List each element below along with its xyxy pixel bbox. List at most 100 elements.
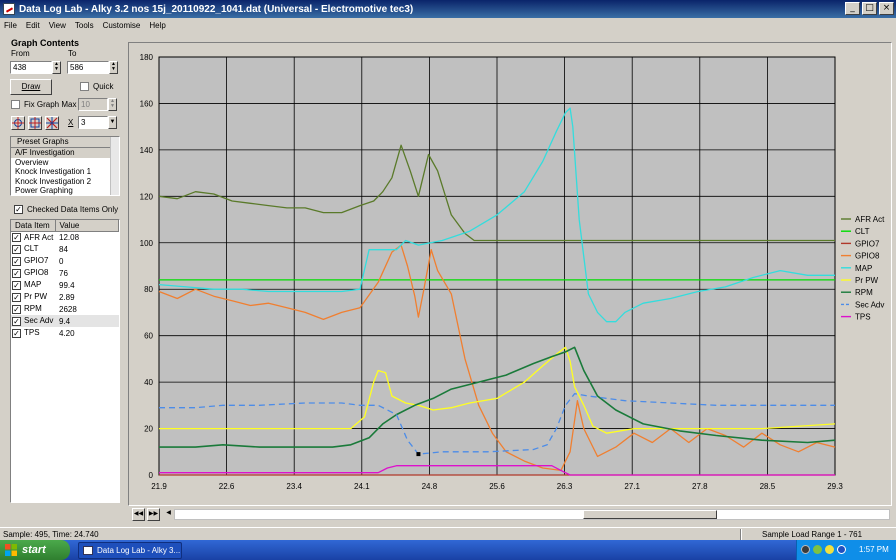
table-row[interactable]: ✓ AFR Act 12.08 — [11, 231, 119, 243]
y-tick-label: 20 — [144, 425, 153, 434]
from-input[interactable]: 438 — [10, 61, 52, 74]
y-tick-label: 140 — [140, 146, 154, 155]
row-checkbox[interactable]: ✓ — [12, 256, 21, 266]
row-value: 12.08 — [59, 232, 80, 242]
row-item: CLT — [24, 244, 39, 254]
window-controls: _ □ × — [845, 2, 894, 15]
table-row[interactable]: ✓ GPIO8 76 — [11, 267, 119, 279]
row-value: 84 — [59, 244, 68, 254]
preset-item[interactable]: Power Graphing — [11, 186, 119, 195]
x-tick-label: 23.4 — [286, 482, 302, 491]
tray-security-icon[interactable] — [813, 545, 822, 554]
tray-network-icon[interactable] — [801, 545, 810, 554]
table-row[interactable]: ✓ Pr PW 2.89 — [11, 291, 119, 303]
row-item: GPIO8 — [24, 268, 49, 278]
menu-edit[interactable]: Edit — [26, 21, 40, 30]
x-tick-label: 29.3 — [827, 482, 843, 491]
from-label: From — [11, 49, 30, 58]
taskbar-item-datalog[interactable]: Data Log Lab - Alky 3... — [78, 542, 182, 559]
row-item: Pr PW — [24, 292, 48, 302]
legend-label: CLT — [855, 227, 870, 236]
quick-checkbox[interactable] — [80, 82, 89, 91]
row-checkbox[interactable]: ✓ — [12, 316, 21, 326]
graph-contents-heading: Graph Contents — [11, 38, 80, 48]
menu-file[interactable]: File — [4, 21, 17, 30]
fix-graph-max-checkbox[interactable] — [11, 100, 20, 109]
chart-scrollbar[interactable]: ◀◀ ▶▶ ◀ — [132, 508, 892, 521]
row-checkbox[interactable]: ✓ — [12, 232, 21, 242]
scroll-track[interactable] — [174, 509, 890, 520]
preset-item[interactable]: Overview — [11, 158, 119, 168]
legend-label: GPIO8 — [855, 252, 880, 261]
x-tick-label: 28.5 — [760, 482, 776, 491]
menu-customise[interactable]: Customise — [103, 21, 141, 30]
preset-item[interactable]: A/F Investigation — [11, 148, 119, 158]
tray-volume-icon[interactable] — [825, 545, 834, 554]
data-item-column-header[interactable]: Data Item — [11, 220, 56, 232]
maximize-button[interactable]: □ — [862, 2, 877, 15]
table-row[interactable]: ✓ CLT 84 — [11, 243, 119, 255]
scroll-first-icon[interactable]: ◀◀ — [132, 508, 145, 521]
y-tick-label: 120 — [140, 192, 154, 201]
legend-label: MAP — [855, 264, 872, 273]
row-checkbox[interactable]: ✓ — [12, 328, 21, 338]
status-separator — [740, 529, 742, 540]
fix-graph-max-spinner[interactable]: ▲ ▼ — [108, 98, 117, 111]
zoom-fit-icon[interactable] — [28, 116, 42, 130]
fix-graph-max-input[interactable]: 10 — [78, 98, 108, 111]
row-checkbox[interactable]: ✓ — [12, 304, 21, 314]
checked-only-label: Checked Data Items Only — [27, 205, 119, 214]
preset-scrollbar[interactable] — [110, 137, 119, 195]
chart-frame[interactable]: 21.9 22.6 23.4 24.1 24.8 25.6 26.3 27.1 27.8 28.5… — [128, 42, 892, 506]
from-spinner[interactable]: ▲ ▼ — [52, 61, 61, 74]
menu-tools[interactable]: Tools — [75, 21, 94, 30]
minimize-button[interactable]: _ — [845, 2, 860, 15]
table-row[interactable]: ✓ Sec Adv 9.4 — [11, 315, 119, 327]
table-row[interactable]: ✓ MAP 99.4 — [11, 279, 119, 291]
x-select[interactable]: 3 — [78, 116, 108, 129]
tray-bluetooth-icon[interactable] — [837, 545, 846, 554]
row-item: Sec Adv — [24, 316, 54, 326]
cursor-marker — [416, 452, 421, 457]
to-spinner[interactable]: ▲ ▼ — [109, 61, 118, 74]
checked-only-checkbox[interactable]: ✓ — [14, 205, 23, 214]
row-checkbox[interactable]: ✓ — [12, 280, 21, 290]
row-value: 4.20 — [59, 328, 75, 338]
menu-help[interactable]: Help — [149, 21, 165, 30]
table-row[interactable]: ✓ TPS 4.20 — [11, 327, 119, 339]
status-bar: Sample: 495, Time: 24.740 Sample Load Ra… — [0, 527, 896, 540]
menu-view[interactable]: View — [49, 21, 66, 30]
y-tick-label: 0 — [149, 471, 154, 480]
legend-label: GPIO7 — [855, 239, 880, 248]
close-button[interactable]: × — [879, 2, 894, 15]
table-row[interactable]: ✓ GPIO7 0 — [11, 255, 119, 267]
value-column-header[interactable]: Value — [55, 220, 119, 232]
row-checkbox[interactable]: ✓ — [12, 268, 21, 278]
x-tick-label: 24.8 — [422, 482, 438, 491]
windows-logo-icon — [5, 544, 17, 556]
x-tick-label: 25.6 — [489, 482, 505, 491]
row-value: 2.89 — [59, 292, 75, 302]
scroll-thumb[interactable] — [583, 510, 717, 519]
legend-label: Sec Adv — [855, 300, 884, 309]
y-tick-label: 180 — [140, 53, 154, 62]
chart[interactable]: 21.9 22.6 23.4 24.1 24.8 25.6 26.3 27.1 27.8 28.5… — [129, 43, 891, 505]
preset-item[interactable]: Knock Investigation 2 — [11, 177, 119, 187]
zoom-out-icon[interactable] — [45, 116, 59, 130]
zoom-in-icon[interactable] — [11, 116, 25, 130]
x-tick-label: 27.8 — [692, 482, 708, 491]
row-checkbox[interactable]: ✓ — [12, 244, 21, 254]
to-input[interactable]: 586 — [67, 61, 109, 74]
table-row[interactable]: ✓ RPM 2628 — [11, 303, 119, 315]
app-window-icon — [83, 546, 93, 555]
preset-graphs-list[interactable]: Preset Graphs A/F Investigation Overview… — [10, 136, 120, 196]
x-dropdown-icon[interactable]: ▼ — [108, 116, 117, 129]
preset-item[interactable]: Knock Investigation 1 — [11, 167, 119, 177]
scroll-last-icon[interactable]: ▶▶ — [147, 508, 160, 521]
system-tray: 1:57 PM — [796, 540, 896, 560]
row-checkbox[interactable]: ✓ — [12, 292, 21, 302]
title-bar: Data Log Lab - Alky 3.2 nos 15j_20110922… — [0, 0, 896, 18]
row-value: 99.4 — [59, 280, 75, 290]
start-button[interactable]: start — [0, 540, 70, 560]
draw-button[interactable]: Draw — [10, 79, 52, 95]
